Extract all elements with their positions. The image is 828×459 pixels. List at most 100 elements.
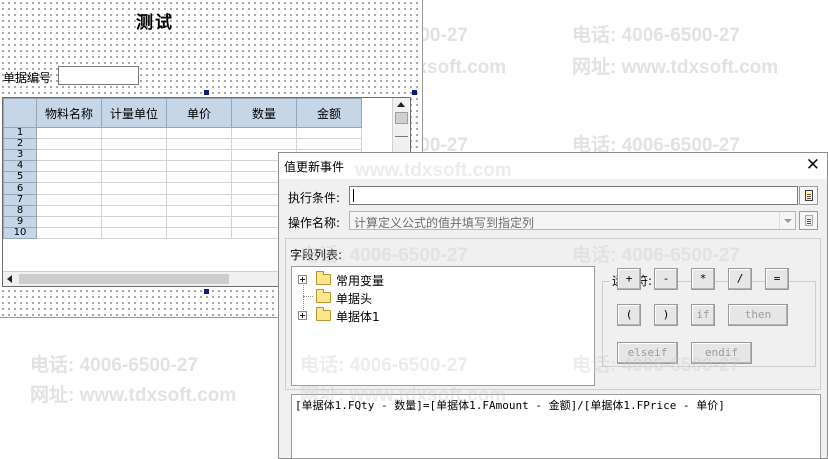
tree-item-common-variables[interactable]: 常用变量: [296, 271, 496, 288]
grid-cell[interactable]: [166, 138, 232, 151]
grid-cell[interactable]: [296, 138, 362, 151]
selection-handle[interactable]: [204, 289, 209, 294]
grid-cell[interactable]: [101, 193, 167, 206]
dialog-title: 值更新事件: [284, 160, 345, 174]
watermark-site: www.tdxsoft.com: [355, 160, 512, 181]
tree-item-label: 单据头: [336, 292, 373, 306]
form-title: 测试: [136, 13, 174, 33]
operation-selected-value: 计算定义公式的值并填写到指定列: [354, 216, 535, 230]
operator-plus-button[interactable]: +: [617, 268, 641, 290]
grid-cell[interactable]: [36, 215, 102, 228]
grid-cell[interactable]: [166, 193, 232, 206]
close-icon[interactable]: ✕: [806, 155, 820, 175]
row-number: 6: [3, 182, 37, 195]
column-header[interactable]: 金额: [296, 98, 362, 128]
condition-label: 执行条件:: [288, 191, 341, 205]
grid-cell[interactable]: [36, 149, 102, 162]
row-number: 10: [3, 226, 37, 239]
table-row[interactable]: 2: [3, 138, 362, 151]
grid-corner-cell: [3, 98, 37, 128]
text-caret: [353, 189, 354, 202]
grid-cell[interactable]: [101, 149, 167, 162]
row-number: 2: [3, 138, 37, 151]
selection-handle[interactable]: [204, 90, 209, 95]
folder-icon: [316, 271, 331, 285]
expand-icon[interactable]: [298, 311, 307, 320]
operator-divide-button[interactable]: /: [728, 268, 752, 290]
column-header[interactable]: 计量单位: [101, 98, 167, 128]
grid-cell[interactable]: [166, 126, 232, 140]
grid-cell[interactable]: [36, 204, 102, 217]
row-number: 4: [3, 160, 37, 173]
watermark-phone: 电话: 4006-6500-27: [30, 355, 198, 376]
row-number: 1: [3, 126, 37, 140]
operation-editor-button[interactable]: [799, 211, 818, 230]
grid-cell[interactable]: [36, 226, 102, 239]
row-number: 9: [3, 215, 37, 228]
operator-open-paren-button[interactable]: (: [617, 304, 641, 326]
grid-cell[interactable]: [166, 226, 232, 239]
grid-cell[interactable]: [36, 138, 102, 151]
watermark-phone: 电话: 4006-6500-27: [572, 245, 740, 266]
grid-cell[interactable]: [36, 126, 102, 140]
grid-cell[interactable]: [101, 215, 167, 228]
grid-cell[interactable]: [166, 204, 232, 217]
scroll-up-icon[interactable]: [397, 102, 405, 107]
row-number: 5: [3, 171, 37, 184]
operation-label: 操作名称:: [288, 216, 341, 230]
grid-cell[interactable]: [101, 126, 167, 140]
watermark-site: 网址: www.tdxsoft.com: [300, 385, 507, 406]
expand-icon[interactable]: [298, 275, 307, 284]
chevron-down-icon[interactable]: [779, 212, 795, 229]
grid-cell[interactable]: [166, 171, 232, 184]
document-icon: [805, 215, 813, 226]
operator-multiply-button[interactable]: *: [691, 268, 715, 290]
column-header[interactable]: 物料名称: [36, 98, 102, 128]
grid-cell[interactable]: [101, 160, 167, 173]
column-header[interactable]: 单价: [166, 98, 232, 128]
grid-cell[interactable]: [166, 149, 232, 162]
tree-item-document-header[interactable]: 单据头: [296, 289, 496, 306]
row-number: 7: [3, 193, 37, 206]
watermark-phone: 电话: 4006-6500-27: [572, 25, 740, 46]
table-row[interactable]: 1: [3, 126, 362, 140]
grid-cell[interactable]: [101, 171, 167, 184]
grid-cell[interactable]: [231, 126, 297, 140]
grid-cell[interactable]: [231, 138, 297, 151]
grid-cell[interactable]: [296, 126, 362, 140]
operator-then-button[interactable]: then: [728, 304, 788, 326]
scroll-left-icon[interactable]: [7, 275, 12, 283]
watermark-phone: 电话: 4006-6500-27: [300, 245, 468, 266]
grid-cell[interactable]: [101, 138, 167, 151]
grid-cell[interactable]: [101, 226, 167, 239]
operator-close-paren-button[interactable]: ): [654, 304, 678, 326]
grid-cell[interactable]: [101, 204, 167, 217]
grid-cell[interactable]: [101, 182, 167, 195]
operator-equals-button[interactable]: =: [765, 268, 789, 290]
grid-cell[interactable]: [36, 171, 102, 184]
selection-handle[interactable]: [412, 90, 417, 95]
condition-input[interactable]: [349, 186, 798, 205]
grid-cell[interactable]: [166, 160, 232, 173]
doc-number-input[interactable]: [58, 66, 139, 85]
watermark-site: 网址: www.tdxsoft.com: [30, 385, 237, 406]
scroll-thumb[interactable]: [395, 112, 408, 124]
grid-cell[interactable]: [36, 182, 102, 195]
condition-editor-button[interactable]: [799, 186, 818, 205]
grid-cell[interactable]: [36, 160, 102, 173]
folder-icon: [316, 289, 331, 303]
grid-cell[interactable]: [166, 182, 232, 195]
document-icon: [805, 190, 813, 201]
column-header[interactable]: 数量: [231, 98, 297, 128]
tree-item-document-body[interactable]: 单据体1: [296, 307, 496, 324]
operator-if-button[interactable]: if: [691, 304, 715, 326]
grid-cell[interactable]: [36, 193, 102, 206]
scroll-thumb[interactable]: [19, 274, 229, 284]
operation-select[interactable]: 计算定义公式的值并填写到指定列: [349, 211, 796, 230]
tree-item-label: 单据体1: [336, 310, 380, 324]
row-number: 3: [3, 149, 37, 162]
doc-number-label: 单据编号: [3, 71, 52, 85]
folder-icon: [316, 307, 331, 321]
grid-cell[interactable]: [166, 215, 232, 228]
operator-minus-button[interactable]: -: [654, 268, 678, 290]
